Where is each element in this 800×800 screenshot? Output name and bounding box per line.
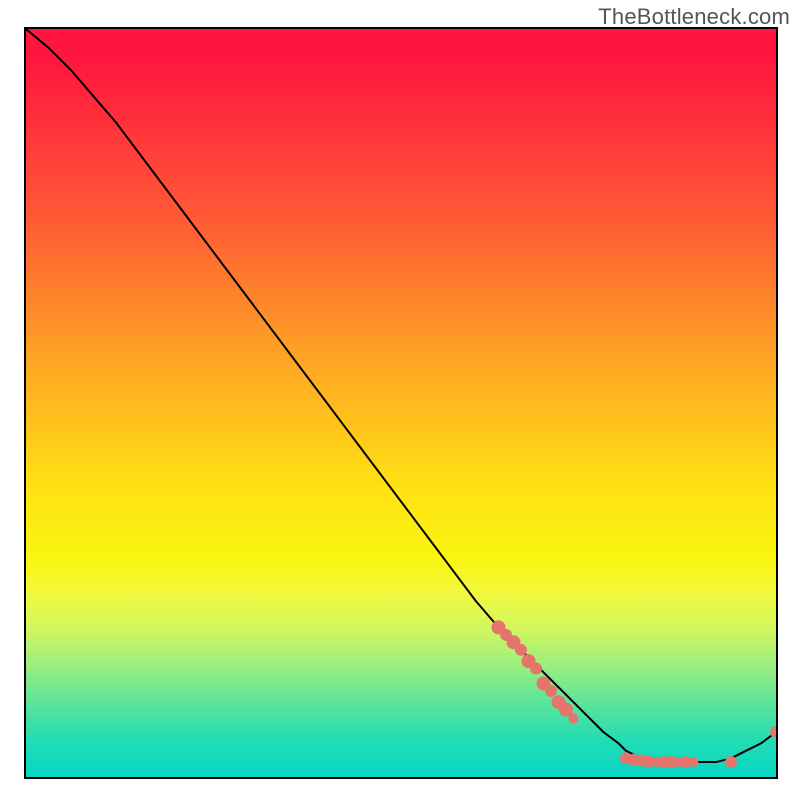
- data-point: [725, 756, 737, 768]
- data-point: [545, 685, 557, 697]
- data-point: [569, 714, 579, 724]
- chart-container: TheBottleneck.com: [0, 0, 800, 800]
- data-point: [530, 663, 542, 675]
- data-point: [515, 644, 527, 656]
- data-point: [689, 757, 699, 767]
- chart-points: [492, 620, 777, 768]
- watermark-text: TheBottleneck.com: [598, 4, 790, 30]
- plot-area: [24, 27, 778, 779]
- chart-svg: [26, 29, 776, 777]
- chart-curve: [26, 29, 776, 762]
